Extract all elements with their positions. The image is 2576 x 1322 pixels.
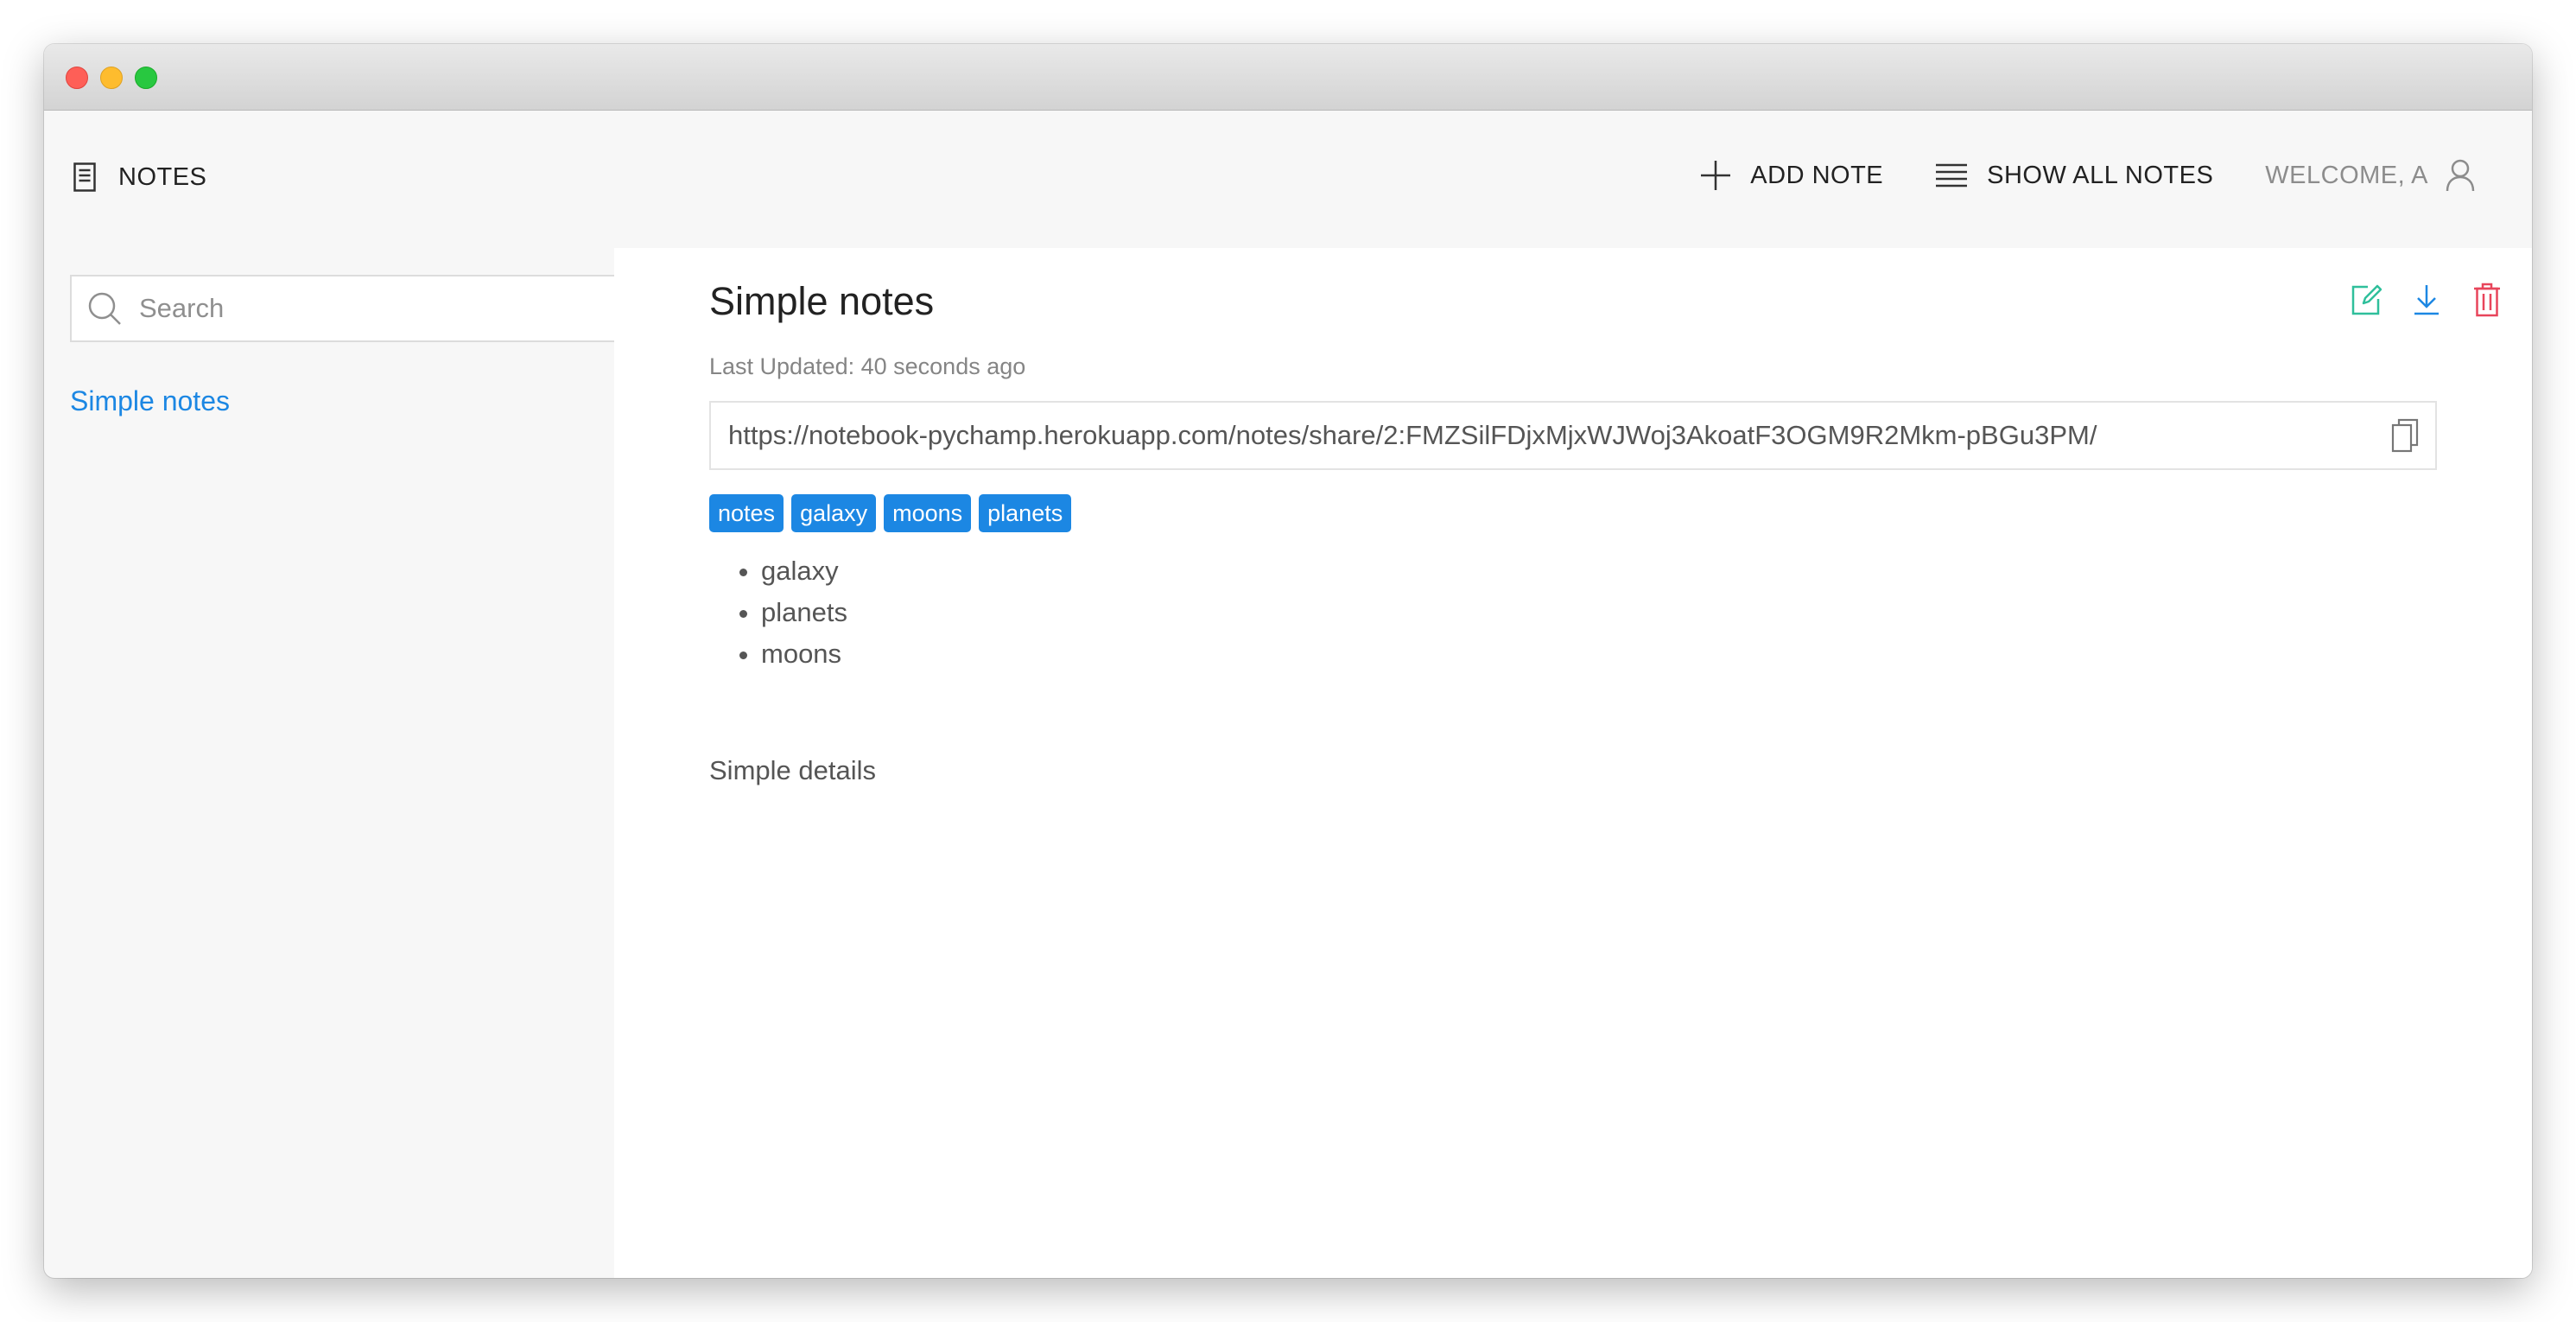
add-note-button[interactable]: ADD NOTE bbox=[1700, 160, 1883, 191]
add-note-label: ADD NOTE bbox=[1750, 161, 1884, 189]
nav-menu: ADD NOTE SHOW ALL NOTES WELCOME, A bbox=[1648, 159, 2475, 192]
list-item: planets bbox=[761, 592, 847, 633]
plus-icon bbox=[1700, 160, 1731, 191]
tag-badge[interactable]: planets bbox=[979, 494, 1072, 532]
share-link-field: https://notebook-pychamp.herokuapp.com/n… bbox=[709, 401, 2437, 470]
note-detail: Simple notes Last Updated: 40 seconds ag… bbox=[614, 248, 2532, 1278]
trash-icon bbox=[2474, 283, 2500, 317]
note-details-text: Simple details bbox=[709, 755, 876, 785]
delete-note-button[interactable] bbox=[2468, 281, 2506, 319]
list-icon bbox=[1935, 162, 1968, 188]
tag-badge[interactable]: galaxy bbox=[791, 494, 877, 532]
download-icon bbox=[2414, 285, 2439, 315]
show-all-notes-label: SHOW ALL NOTES bbox=[1987, 161, 2214, 189]
user-icon bbox=[2446, 159, 2475, 192]
tag-list: notes galaxy moons planets bbox=[709, 494, 1072, 532]
note-actions bbox=[2347, 281, 2506, 319]
copy-link-button[interactable] bbox=[2375, 403, 2435, 468]
share-url[interactable]: https://notebook-pychamp.herokuapp.com/n… bbox=[711, 420, 2375, 451]
sidebar-note-simple-notes[interactable]: Simple notes bbox=[70, 385, 230, 417]
last-updated-text: Last Updated: 40 seconds ago bbox=[709, 353, 1026, 379]
show-all-notes-button[interactable]: SHOW ALL NOTES bbox=[1935, 162, 2213, 190]
note-title: Simple notes bbox=[709, 279, 935, 323]
close-window-button[interactable] bbox=[66, 67, 88, 89]
welcome-label: WELCOME, A bbox=[2265, 161, 2428, 189]
maximize-window-button[interactable] bbox=[135, 67, 157, 89]
title-bar bbox=[44, 44, 2532, 111]
document-icon bbox=[73, 162, 96, 192]
app-window: NOTES ADD NOTE SHOW ALL NOTES WELCOME, A bbox=[44, 44, 2532, 1278]
search-box bbox=[70, 275, 626, 342]
edit-note-button[interactable] bbox=[2347, 281, 2385, 319]
sidebar: Simple notes bbox=[70, 275, 631, 417]
note-bullet-list: galaxy planets moons bbox=[709, 550, 847, 675]
copy-icon bbox=[2391, 418, 2419, 453]
minimize-window-button[interactable] bbox=[100, 67, 123, 89]
list-item: galaxy bbox=[761, 550, 847, 592]
tag-badge[interactable]: notes bbox=[709, 494, 784, 532]
brand-link[interactable]: NOTES bbox=[73, 162, 206, 192]
user-menu[interactable]: WELCOME, A bbox=[2265, 159, 2475, 192]
download-note-button[interactable] bbox=[2408, 281, 2446, 319]
edit-icon bbox=[2351, 284, 2382, 315]
search-icon bbox=[87, 291, 122, 326]
search-input[interactable] bbox=[137, 292, 590, 325]
list-item: moons bbox=[761, 633, 847, 675]
tag-badge[interactable]: moons bbox=[884, 494, 972, 532]
brand-label: NOTES bbox=[118, 162, 207, 191]
